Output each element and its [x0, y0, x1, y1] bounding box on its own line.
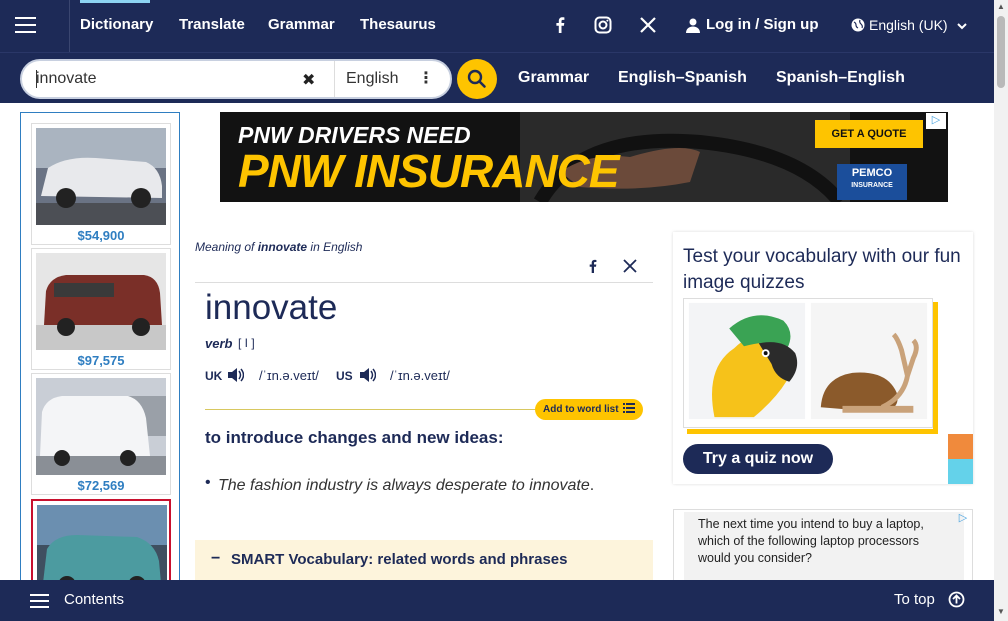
brand-sub: INSURANCE	[851, 182, 893, 189]
smart-vocabulary-label: SMART Vocabulary: related words and phra…	[231, 551, 568, 568]
us-pron-label: US	[336, 368, 353, 383]
search-button[interactable]	[457, 59, 497, 99]
car-photo	[37, 505, 167, 581]
facebook-icon[interactable]	[549, 14, 571, 36]
headword: innovate	[205, 288, 338, 327]
nav-grammar-secondary[interactable]: Grammar	[518, 53, 589, 104]
meaning-suffix: in English	[307, 240, 363, 254]
uk-label: UK	[205, 369, 223, 383]
globe-icon	[851, 18, 865, 32]
car-price: $54,900	[77, 228, 125, 243]
dictionary-select[interactable]: English	[346, 70, 398, 88]
to-top-link[interactable]: To top	[894, 591, 935, 608]
uk-pron-label: UK	[205, 368, 222, 383]
share-x-icon[interactable]	[622, 258, 638, 274]
meaning-word: innovate	[257, 240, 308, 254]
quiz-accent-bottom	[687, 429, 938, 434]
us-ipa: /ˈɪn.ə.veɪt/	[390, 368, 450, 383]
user-icon	[686, 18, 700, 33]
add-to-word-list-button[interactable]: Add to word list	[535, 399, 643, 420]
grammar-code: [ I ]	[238, 336, 255, 350]
ad-choices-icon[interactable]: ▷	[954, 511, 972, 527]
text-caret	[36, 70, 37, 88]
car-photo	[36, 253, 166, 350]
x-twitter-icon[interactable]	[637, 14, 659, 36]
instagram-icon[interactable]	[592, 14, 614, 36]
example-bullet: •	[205, 474, 211, 491]
car-photo	[36, 128, 166, 225]
meaning-prefix: Meaning of	[195, 240, 258, 254]
car-ad-item-selected[interactable]	[31, 499, 171, 581]
scroll-thumb[interactable]	[997, 16, 1005, 88]
car-price: $97,575	[77, 353, 125, 368]
more-options-icon[interactable]: ⋮	[418, 68, 434, 88]
brand-name: PEMCO	[851, 167, 893, 179]
ad-choices-icon[interactable]: ▷	[926, 113, 946, 129]
nav-translate[interactable]: Translate	[179, 0, 245, 52]
banner-title: PNW INSURANCE	[238, 145, 620, 197]
entry-divider	[195, 282, 653, 283]
definition-rule	[205, 409, 545, 410]
insurance-banner-ad[interactable]: PNW DRIVERS NEED PNW INSURANCE GET A QUO…	[220, 112, 948, 202]
page-scrollbar[interactable]: ▲ ▼	[994, 0, 1008, 621]
quiz-images[interactable]	[683, 298, 933, 428]
car-ad-item[interactable]: $97,575	[31, 248, 171, 370]
footer-bar: Contents To top	[0, 580, 994, 621]
chevron-down-icon	[957, 23, 968, 30]
search-bar: innovate ✖ English ⋮ Grammar English–Spa…	[0, 52, 994, 103]
top-navigation: Dictionary Translate Grammar Thesaurus L…	[0, 0, 994, 52]
meaning-label: Meaning of innovate in English	[195, 240, 362, 254]
quiz-accent-right	[933, 302, 938, 434]
nav-dictionary[interactable]: Dictionary	[80, 0, 153, 52]
pemco-logo: PEMCO INSURANCE	[837, 164, 907, 200]
add-to-list-label: Add to word list	[543, 404, 619, 415]
language-selector[interactable]: English (UK)	[851, 0, 968, 52]
scroll-up-icon[interactable]: ▲	[997, 2, 1005, 11]
decorative-blue-square	[948, 459, 973, 484]
example-end: .	[589, 477, 595, 494]
laptop-survey-ad[interactable]: The next time you intend to buy a laptop…	[673, 509, 973, 589]
search-box: innovate ✖ English ⋮	[20, 59, 452, 99]
search-divider	[334, 61, 335, 97]
login-label: Log in / Sign up	[706, 16, 819, 33]
car-ad-column: $54,900 $97,575 $72,569	[20, 112, 180, 582]
example-sentence: The fashion industry is always desperate…	[218, 474, 598, 498]
login-link[interactable]: Log in / Sign up	[686, 0, 818, 52]
car-photo	[36, 378, 166, 475]
smart-vocabulary-toggle[interactable]: − SMART Vocabulary: related words and ph…	[195, 540, 653, 580]
scroll-down-icon[interactable]: ▼	[997, 607, 1005, 616]
language-label: English (UK)	[869, 17, 948, 33]
share-facebook-icon[interactable]	[585, 258, 601, 274]
quiz-card: Test your vocabulary with our fun image …	[673, 232, 973, 484]
clear-icon[interactable]: ✖	[302, 70, 315, 90]
list-icon	[623, 403, 636, 413]
try-quiz-button[interactable]: Try a quiz now	[683, 444, 833, 474]
quiz-title: Test your vocabulary with our fun image …	[683, 246, 961, 293]
car-ad-item[interactable]: $54,900	[31, 123, 171, 245]
nav-english-spanish[interactable]: English–Spanish	[618, 53, 747, 104]
menu-icon[interactable]	[0, 0, 70, 52]
speaker-uk-icon[interactable]	[226, 366, 244, 384]
search-icon	[467, 69, 486, 88]
nav-thesaurus[interactable]: Thesaurus	[360, 0, 436, 52]
ad-question: The next time you intend to buy a laptop…	[698, 517, 924, 565]
definition: to introduce changes and new ideas:	[205, 428, 504, 447]
part-of-speech: verb	[205, 336, 233, 351]
speaker-us-icon[interactable]	[358, 366, 376, 384]
nav-grammar[interactable]: Grammar	[268, 0, 335, 52]
search-input[interactable]: innovate	[36, 70, 97, 88]
contents-link[interactable]: Contents	[64, 591, 124, 608]
us-label: US	[336, 369, 353, 383]
decorative-orange-square	[948, 434, 973, 459]
nav-spanish-english[interactable]: Spanish–English	[776, 53, 905, 104]
collapse-icon: −	[211, 550, 221, 567]
car-ad-item[interactable]: $72,569	[31, 373, 171, 495]
car-price: $72,569	[77, 478, 125, 493]
arrow-up-circle-icon[interactable]	[948, 591, 965, 608]
get-quote-button[interactable]: GET A QUOTE	[815, 120, 923, 148]
uk-ipa: /ˈɪn.ə.veɪt/	[259, 368, 319, 383]
example-text: The fashion industry is always desperate…	[218, 477, 590, 494]
